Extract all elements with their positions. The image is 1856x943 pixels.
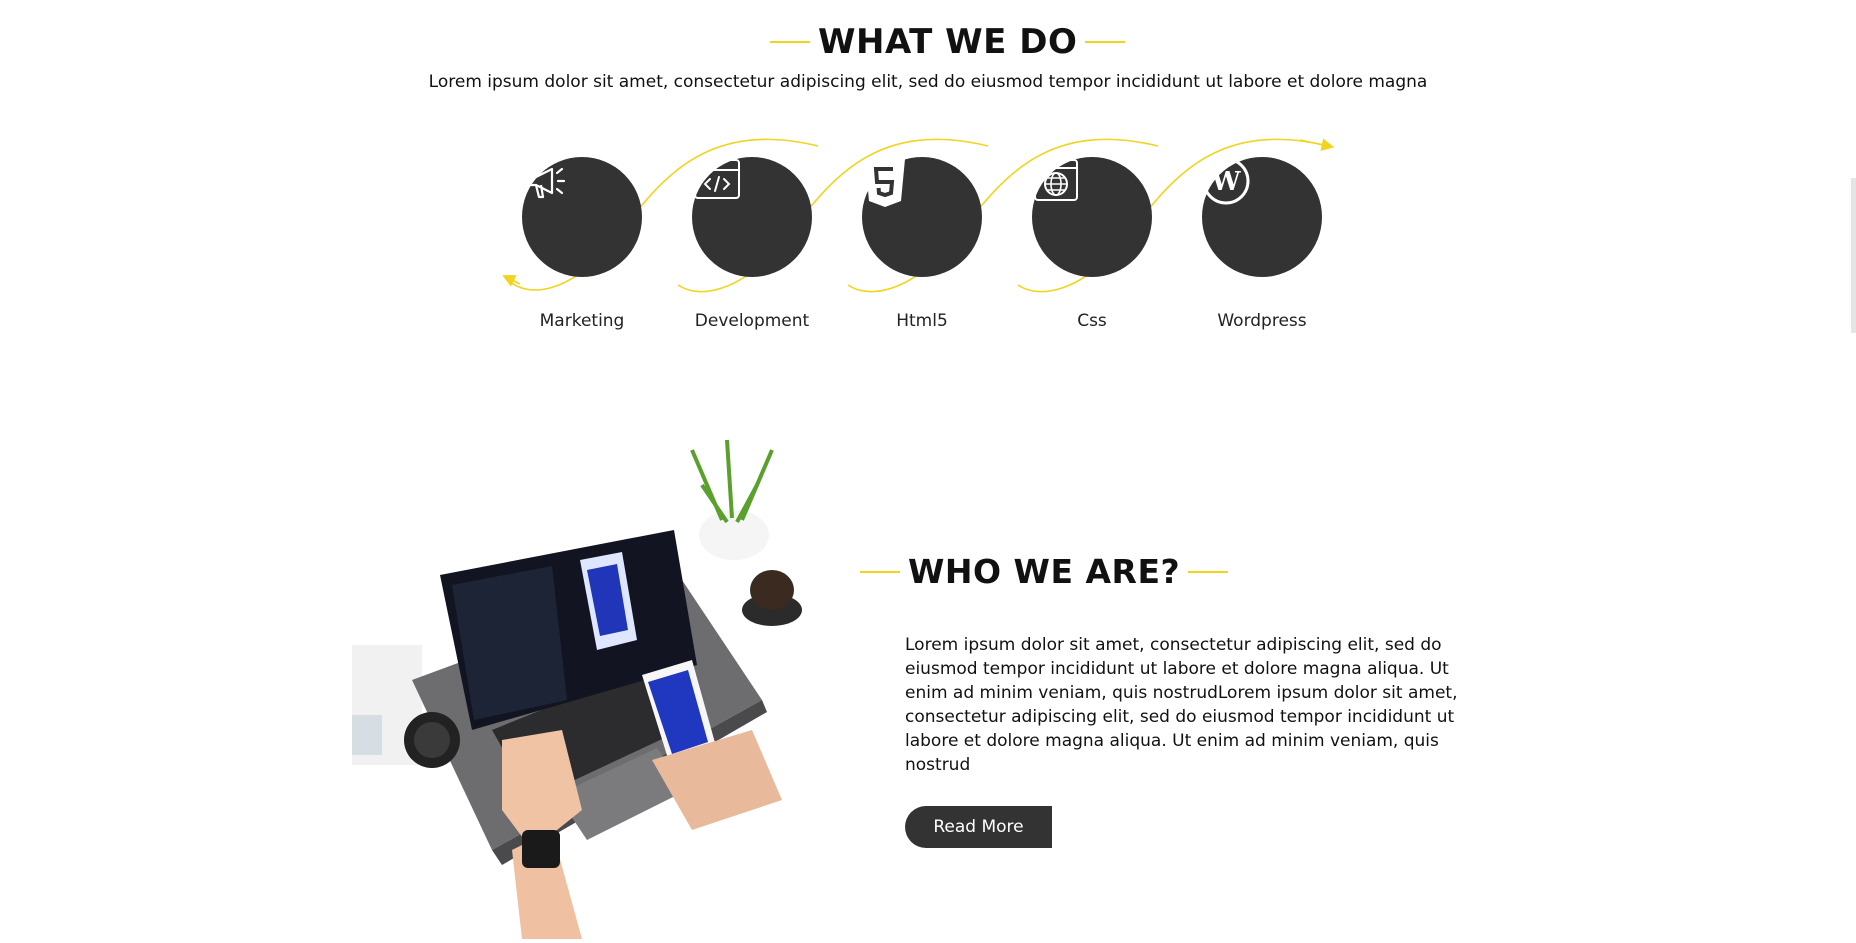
scrollbar-thumb[interactable] — [1851, 178, 1856, 333]
who-we-are-paragraph: Lorem ipsum dolor sit amet, consectetur … — [905, 635, 1458, 775]
html5-icon — [865, 159, 905, 207]
wordpress-icon: W — [1202, 157, 1250, 205]
service-label-css: Css — [1077, 311, 1107, 331]
service-marketing[interactable] — [522, 157, 642, 277]
who-we-are-heading: WHO WE ARE? — [860, 552, 1229, 591]
megaphone-icon — [528, 167, 566, 199]
globe-window-icon — [1034, 159, 1078, 201]
service-css[interactable] — [1032, 157, 1152, 277]
svg-text:W: W — [1210, 167, 1241, 197]
laptop-photo — [352, 439, 802, 939]
service-html5[interactable] — [862, 157, 982, 277]
service-label-marketing: Marketing — [539, 311, 625, 331]
service-label-html5: Html5 — [896, 311, 948, 331]
code-window-icon — [694, 159, 740, 199]
heading-line-left — [860, 570, 900, 573]
read-more-button[interactable]: Read More — [905, 806, 1052, 848]
who-we-are-image — [352, 430, 810, 939]
service-wordpress[interactable]: W — [1202, 157, 1322, 277]
services-row: W Marketing Development Html5 Css Wordpr… — [0, 0, 1856, 360]
service-label-development: Development — [694, 311, 810, 331]
service-development[interactable] — [692, 157, 812, 277]
service-label-wordpress: Wordpress — [1217, 311, 1307, 331]
who-we-are-title: WHO WE ARE? — [908, 552, 1181, 591]
heading-line-right — [1188, 570, 1229, 573]
